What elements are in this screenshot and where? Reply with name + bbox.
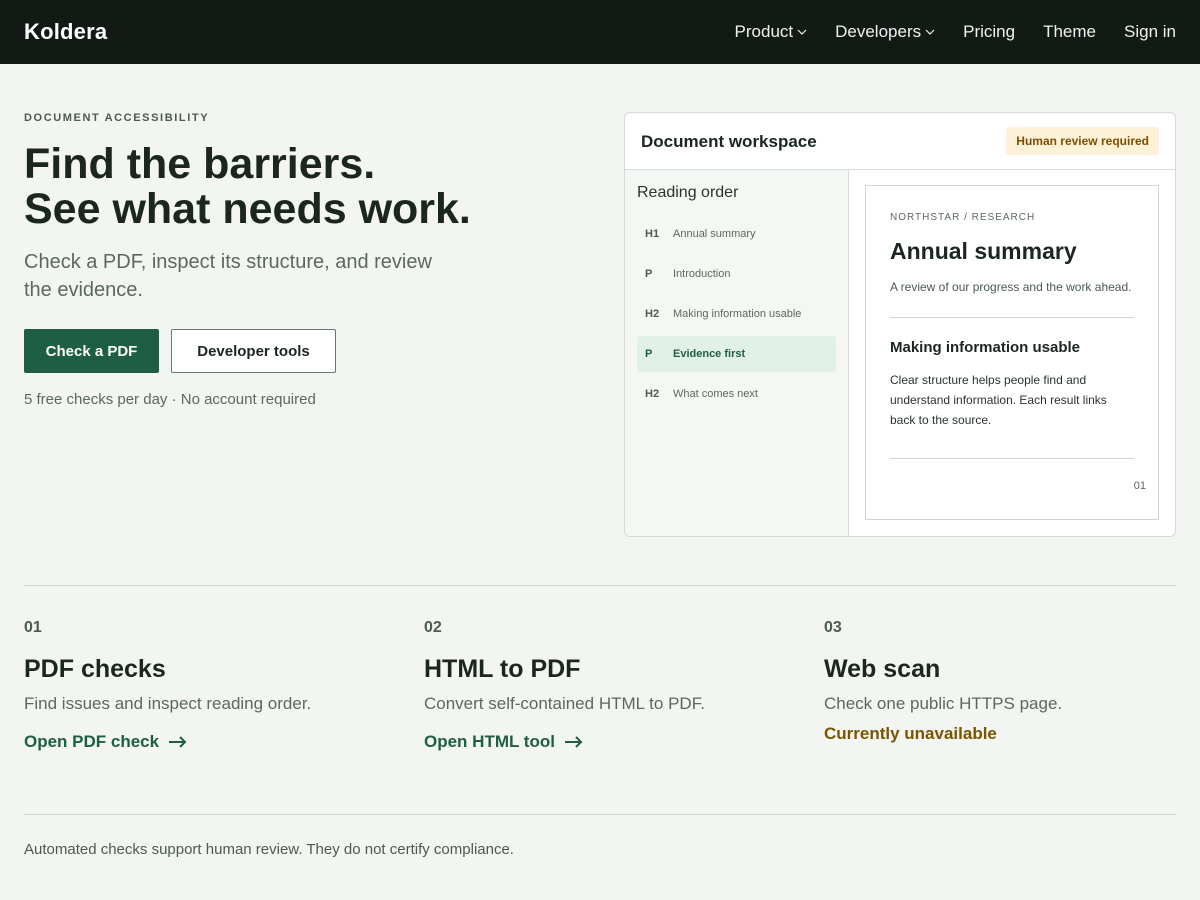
feature-title: HTML to PDF bbox=[424, 655, 581, 683]
reading-order-label: Introduction bbox=[673, 268, 731, 280]
nav-theme[interactable]: Theme bbox=[1043, 22, 1096, 42]
feature-number: 03 bbox=[824, 619, 842, 636]
open-html-tool-link[interactable]: Open HTML tool bbox=[424, 732, 583, 752]
developer-tools-button[interactable]: Developer tools bbox=[171, 329, 336, 373]
arrow-right-icon bbox=[169, 736, 187, 748]
hero-note: 5 free checks per day · No account requi… bbox=[24, 391, 316, 408]
nav-product-label: Product bbox=[734, 22, 794, 41]
document-body-text: Clear structure helps people find and un… bbox=[890, 373, 1107, 427]
document-description: A review of our progress and the work ah… bbox=[890, 280, 1132, 294]
top-navigation: Koldera Product Developers Pricing Theme… bbox=[0, 0, 1200, 64]
reading-order-label: Annual summary bbox=[673, 228, 756, 240]
chevron-down-icon bbox=[797, 29, 807, 35]
feature-description: Check one public HTTPS page. bbox=[824, 694, 1063, 713]
document-workspace-card: Document workspace Human review required… bbox=[624, 112, 1176, 537]
feature-title: Web scan bbox=[824, 655, 941, 683]
document-preview: NORTHSTAR / RESEARCH Annual summary A re… bbox=[865, 185, 1159, 520]
reading-order-label: What comes next bbox=[673, 388, 758, 400]
workspace-title: Document workspace bbox=[641, 132, 817, 151]
reading-order-item[interactable]: H2 Making information usable bbox=[637, 296, 836, 332]
status-badge: Human review required bbox=[1006, 127, 1159, 155]
feature-title: PDF checks bbox=[24, 655, 166, 683]
document-title: Annual summary bbox=[890, 238, 1077, 264]
structure-tag: H2 bbox=[645, 388, 660, 400]
nav-pricing[interactable]: Pricing bbox=[963, 22, 1015, 42]
feature-web-scan: 03 Web scan Check one public HTTPS page.… bbox=[824, 619, 1176, 744]
document-divider bbox=[890, 317, 1134, 318]
chevron-down-icon bbox=[925, 29, 935, 35]
section-divider bbox=[24, 814, 1176, 815]
brand-logo[interactable]: Koldera bbox=[24, 19, 107, 45]
reading-order-list: H1 Annual summary P Introduction H2 Maki… bbox=[637, 216, 836, 416]
link-label: Open PDF check bbox=[24, 732, 160, 751]
nav-developers-label: Developers bbox=[835, 22, 922, 41]
reading-order-item[interactable]: H2 What comes next bbox=[637, 376, 836, 412]
nav-developers[interactable]: Developers bbox=[835, 22, 935, 42]
feature-pdf-checks: 01 PDF checks Find issues and inspect re… bbox=[24, 619, 404, 752]
unavailable-status: Currently unavailable bbox=[824, 724, 997, 743]
page-number: 01 bbox=[1133, 480, 1146, 492]
hero-subtitle: Check a PDF, inspect its structure, and … bbox=[24, 251, 432, 301]
structure-tag: H1 bbox=[645, 228, 660, 240]
feature-description: Find issues and inspect reading order. bbox=[24, 694, 312, 713]
document-heading-2: Making information usable bbox=[890, 339, 1081, 356]
link-label: Open HTML tool bbox=[424, 732, 555, 751]
structure-tag: P bbox=[645, 348, 653, 360]
feature-html-to-pdf: 02 HTML to PDF Convert self-contained HT… bbox=[424, 619, 804, 752]
document-kicker: NORTHSTAR / RESEARCH bbox=[890, 212, 1036, 223]
main-nav: Product Developers Pricing Theme Sign in bbox=[707, 22, 1176, 42]
document-divider bbox=[890, 458, 1134, 459]
hero-eyebrow: DOCUMENT ACCESSIBILITY bbox=[24, 112, 210, 124]
feature-description: Convert self-contained HTML to PDF. bbox=[424, 694, 705, 713]
reading-order-item[interactable]: P Introduction bbox=[637, 256, 836, 292]
open-pdf-check-link[interactable]: Open PDF check bbox=[24, 732, 187, 752]
reading-order-item[interactable]: H1 Annual summary bbox=[637, 216, 836, 252]
section-divider bbox=[24, 585, 1176, 586]
reading-order-panel: Reading order H1 Annual summary P Introd… bbox=[625, 170, 849, 536]
reading-order-title: Reading order bbox=[637, 184, 739, 201]
hero-title: Find the barriers. See what needs work. bbox=[24, 142, 584, 232]
hero-title-line-1: Find the barriers. bbox=[24, 140, 376, 188]
reading-order-label: Evidence first bbox=[673, 348, 746, 360]
footer-disclaimer: Automated checks support human review. T… bbox=[24, 841, 514, 858]
reading-order-item-selected[interactable]: P Evidence first bbox=[637, 336, 836, 372]
workspace-header: Document workspace Human review required bbox=[625, 113, 1175, 170]
feature-number: 01 bbox=[24, 619, 42, 636]
nav-product[interactable]: Product bbox=[735, 22, 808, 42]
nav-sign-in[interactable]: Sign in bbox=[1124, 22, 1176, 42]
hero-title-line-2: See what needs work. bbox=[24, 185, 471, 233]
feature-number: 02 bbox=[424, 619, 442, 636]
check-pdf-button[interactable]: Check a PDF bbox=[24, 329, 159, 373]
reading-order-label: Making information usable bbox=[673, 308, 802, 320]
structure-tag: P bbox=[645, 268, 653, 280]
structure-tag: H2 bbox=[645, 308, 660, 320]
arrow-right-icon bbox=[564, 736, 583, 748]
